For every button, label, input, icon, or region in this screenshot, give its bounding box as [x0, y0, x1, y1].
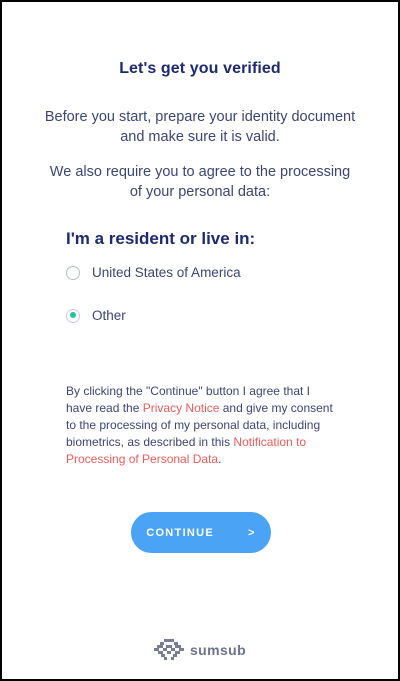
verification-panel: Let's get you verified Before you start,…	[0, 0, 400, 681]
residence-title: I'm a resident or live in:	[66, 229, 256, 248]
sumsub-logo-icon	[153, 639, 184, 660]
residence-option-other-label[interactable]: Other	[92, 308, 126, 323]
consent-text: By clicking the "Continue" button I agre…	[66, 383, 336, 468]
radio-usa[interactable]	[66, 265, 80, 280]
residence-option-other[interactable]: Other	[66, 308, 126, 323]
chevron-right-icon: >	[248, 526, 256, 539]
continue-button-label: CONTINUE	[146, 526, 215, 539]
intro-paragraph-consent: We also require you to agree to the proc…	[49, 164, 351, 200]
continue-button[interactable]: CONTINUE >	[131, 512, 271, 553]
brand-name: sumsub	[189, 642, 247, 658]
residence-option-usa-label[interactable]: United States of America	[92, 265, 241, 280]
consent-text-part3: .	[218, 452, 222, 466]
radio-other[interactable]	[66, 308, 80, 323]
page-title: Let's get you verified	[119, 60, 281, 77]
privacy-notice-link[interactable]: Privacy Notice	[143, 401, 220, 415]
residence-option-usa[interactable]: United States of America	[66, 265, 241, 280]
intro-paragraph-document: Before you start, prepare your identity …	[44, 109, 356, 145]
sumsub-branding: sumsub	[2, 639, 398, 661]
